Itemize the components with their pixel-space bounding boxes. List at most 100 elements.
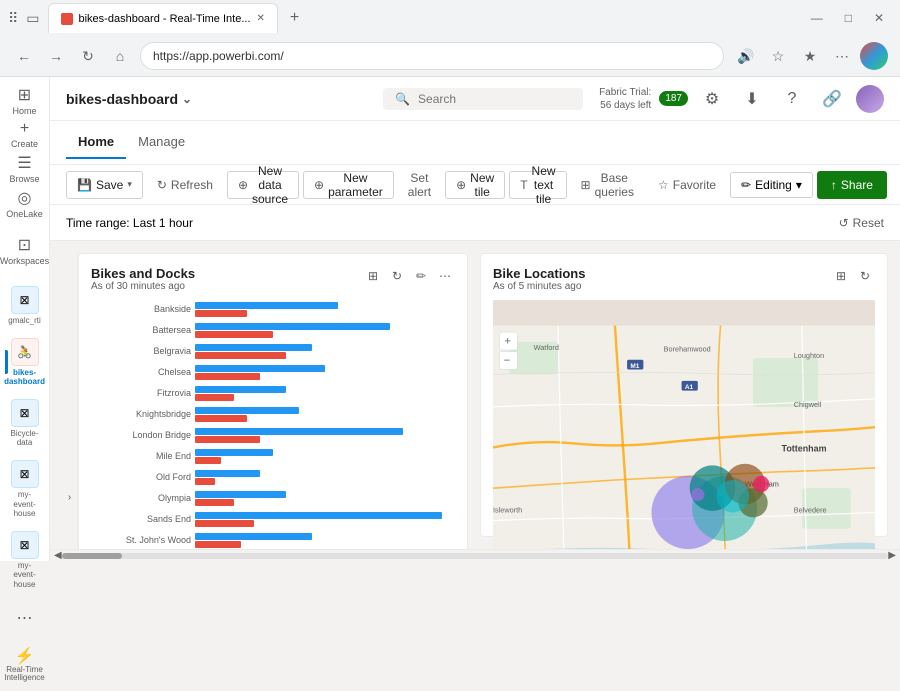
sidebar-item-browse[interactable]: ☰ Browse — [5, 153, 45, 184]
map-refresh-button[interactable]: ↻ — [855, 266, 875, 286]
favorites-button[interactable]: ★ — [796, 42, 824, 70]
user-avatar[interactable] — [856, 85, 884, 113]
bar-row: Olympia — [91, 489, 455, 507]
map-grid-button[interactable]: ⊞ — [831, 266, 851, 286]
left-panel: › Bikes and Docks As of 30 minutes ago ⊞… — [62, 253, 468, 537]
realtime-item[interactable]: ⚡ Real-Time Intelligence — [0, 642, 49, 688]
bar-group — [195, 491, 455, 506]
bar-blue — [195, 386, 286, 393]
scroll-right-arrow[interactable]: ▶ — [888, 550, 896, 561]
chart-refresh-button[interactable]: ↻ — [387, 266, 407, 286]
bar-blue — [195, 428, 403, 435]
home-button[interactable]: ⌂ — [108, 44, 132, 68]
profile-button[interactable] — [860, 42, 888, 70]
download-button[interactable]: ⬇ — [736, 83, 768, 115]
bar-label: Belgravia — [91, 346, 191, 356]
sidebar-item-create[interactable]: + Create — [5, 120, 45, 149]
bar-blue — [195, 365, 325, 372]
sidebar-item-event-house-1[interactable]: ⊠ my-event-house — [5, 456, 45, 523]
chart-more-button[interactable]: ⋯ — [435, 266, 455, 286]
address-bar: ← → ↻ ⌂ 🔊 ☆ ★ ⋯ — [0, 36, 900, 76]
tab-manage[interactable]: Manage — [126, 126, 197, 159]
reset-button[interactable]: ↺ Reset — [839, 216, 884, 230]
bar-orange — [195, 457, 221, 464]
gmalc-icon: ⊠ — [11, 286, 39, 314]
set-alert-button[interactable]: Set alert — [398, 171, 441, 199]
bookmark-button[interactable]: ☆ — [764, 42, 792, 70]
refresh-button[interactable]: ↻ — [76, 44, 100, 68]
save-button[interactable]: 💾 Save ▾ — [66, 171, 143, 199]
read-aloud-button[interactable]: 🔊 — [732, 42, 760, 70]
chart-grid-button[interactable]: ⊞ — [363, 266, 383, 286]
sidebar-item-more[interactable]: ⋯ — [5, 598, 45, 638]
close-button[interactable]: ✕ — [866, 11, 892, 25]
bikes-label: bikes-dashboard — [4, 368, 45, 387]
search-input[interactable] — [418, 92, 558, 106]
tab-home[interactable]: Home — [66, 126, 126, 159]
bar-blue — [195, 449, 273, 456]
bicycle-data-label: Bicycle-data — [9, 429, 41, 448]
search-box: 🔍 — [383, 88, 583, 110]
refresh-button[interactable]: ↻ Refresh — [147, 171, 223, 199]
sidebar-item-event-house-2[interactable]: ⊠ my-event-house — [5, 527, 45, 594]
new-data-source-button[interactable]: ⊕ New data source — [227, 171, 299, 199]
chart-edit-button[interactable]: ✏ — [411, 266, 431, 286]
forward-button[interactable]: → — [44, 44, 68, 68]
bar-row: Old Ford — [91, 468, 455, 486]
url-input[interactable] — [140, 42, 724, 70]
svg-text:Watford: Watford — [534, 343, 559, 352]
scrollbar[interactable]: ◀ ▶ — [50, 549, 900, 561]
editing-button[interactable]: ✏ Editing ▾ — [730, 172, 813, 198]
fabric-trial-info: Fabric Trial: 56 days left — [599, 86, 651, 112]
help-button[interactable]: ? — [776, 83, 808, 115]
realtime-label: Real-Time Intelligence — [2, 666, 47, 684]
sidebar-item-bikes-dashboard[interactable]: 🚴 bikes-dashboard — [5, 334, 45, 391]
sidebar-item-onelake[interactable]: ◎ OneLake — [5, 188, 45, 219]
bar-row: Sands End — [91, 510, 455, 528]
more-button[interactable]: ⋯ — [828, 42, 856, 70]
bar-label: Bankside — [91, 304, 191, 314]
scrollbar-track[interactable] — [62, 553, 889, 559]
svg-text:Loughton: Loughton — [794, 351, 824, 360]
maximize-button[interactable]: □ — [837, 11, 860, 25]
sidebar-item-bicycle-data[interactable]: ⊠ Bicycle-data — [5, 395, 45, 452]
breadcrumb-chevron-icon: ⌄ — [182, 92, 192, 106]
base-queries-button[interactable]: ⊞ Base queries — [571, 171, 644, 199]
favorite-button[interactable]: ☆ Favorite — [648, 171, 726, 199]
map-chart-actions: ⊞ ↻ — [831, 266, 875, 286]
bar-orange — [195, 394, 234, 401]
settings-button[interactable]: ⚙ — [696, 83, 728, 115]
scroll-left-arrow[interactable]: ◀ — [54, 550, 62, 561]
tab-navigation: Home Manage — [50, 121, 900, 165]
back-button[interactable]: ← — [12, 44, 36, 68]
base-queries-label: Base queries — [595, 171, 634, 199]
sidebar-item-workspaces[interactable]: ⊡ Workspaces — [5, 235, 45, 266]
bar-blue — [195, 302, 338, 309]
new-parameter-button[interactable]: ⊕ New parameter — [303, 171, 394, 199]
bar-orange — [195, 415, 247, 422]
pages-tab[interactable]: › — [62, 253, 78, 549]
map-container[interactable]: Watford Borehamwood Loughton Chigwell To… — [493, 300, 875, 549]
trial-count-badge: 187 — [659, 91, 688, 106]
new-text-tile-button[interactable]: T New text tile — [509, 171, 566, 199]
share-button[interactable]: ↑ Share — [817, 171, 887, 199]
bar-label: London Bridge — [91, 430, 191, 440]
tab-close-icon[interactable]: ✕ — [257, 13, 265, 24]
bar-blue — [195, 407, 299, 414]
top-nav: bikes-dashboard ⌄ 🔍 Fabric Trial: 56 day… — [50, 77, 900, 121]
share-link-button[interactable]: 🔗 — [816, 83, 848, 115]
new-tab-button[interactable]: + — [290, 9, 299, 27]
active-tab[interactable]: bikes-dashboard - Real-Time Inte... ✕ — [48, 3, 278, 33]
new-tile-icon: ⊕ — [456, 178, 466, 192]
sidebar-item-gmalc[interactable]: ⊠ gmalc_rti — [5, 282, 45, 330]
new-tile-button[interactable]: ⊕ New tile — [445, 171, 505, 199]
bikes-docks-chart-tile: Bikes and Docks As of 30 minutes ago ⊞ ↻… — [78, 253, 468, 549]
bar-row: Knightsbridge — [91, 405, 455, 423]
time-range-bar: Time range: Last 1 hour ↺ Reset — [50, 205, 900, 241]
scrollbar-thumb[interactable] — [62, 553, 122, 559]
bikes-icon: 🚴 — [11, 338, 39, 366]
minimize-button[interactable]: — — [803, 11, 831, 25]
bar-label: St. John's Wood — [91, 535, 191, 545]
map-title-group: Bike Locations As of 5 minutes ago — [493, 266, 585, 292]
sidebar-item-home[interactable]: ⊞ Home — [5, 85, 45, 116]
